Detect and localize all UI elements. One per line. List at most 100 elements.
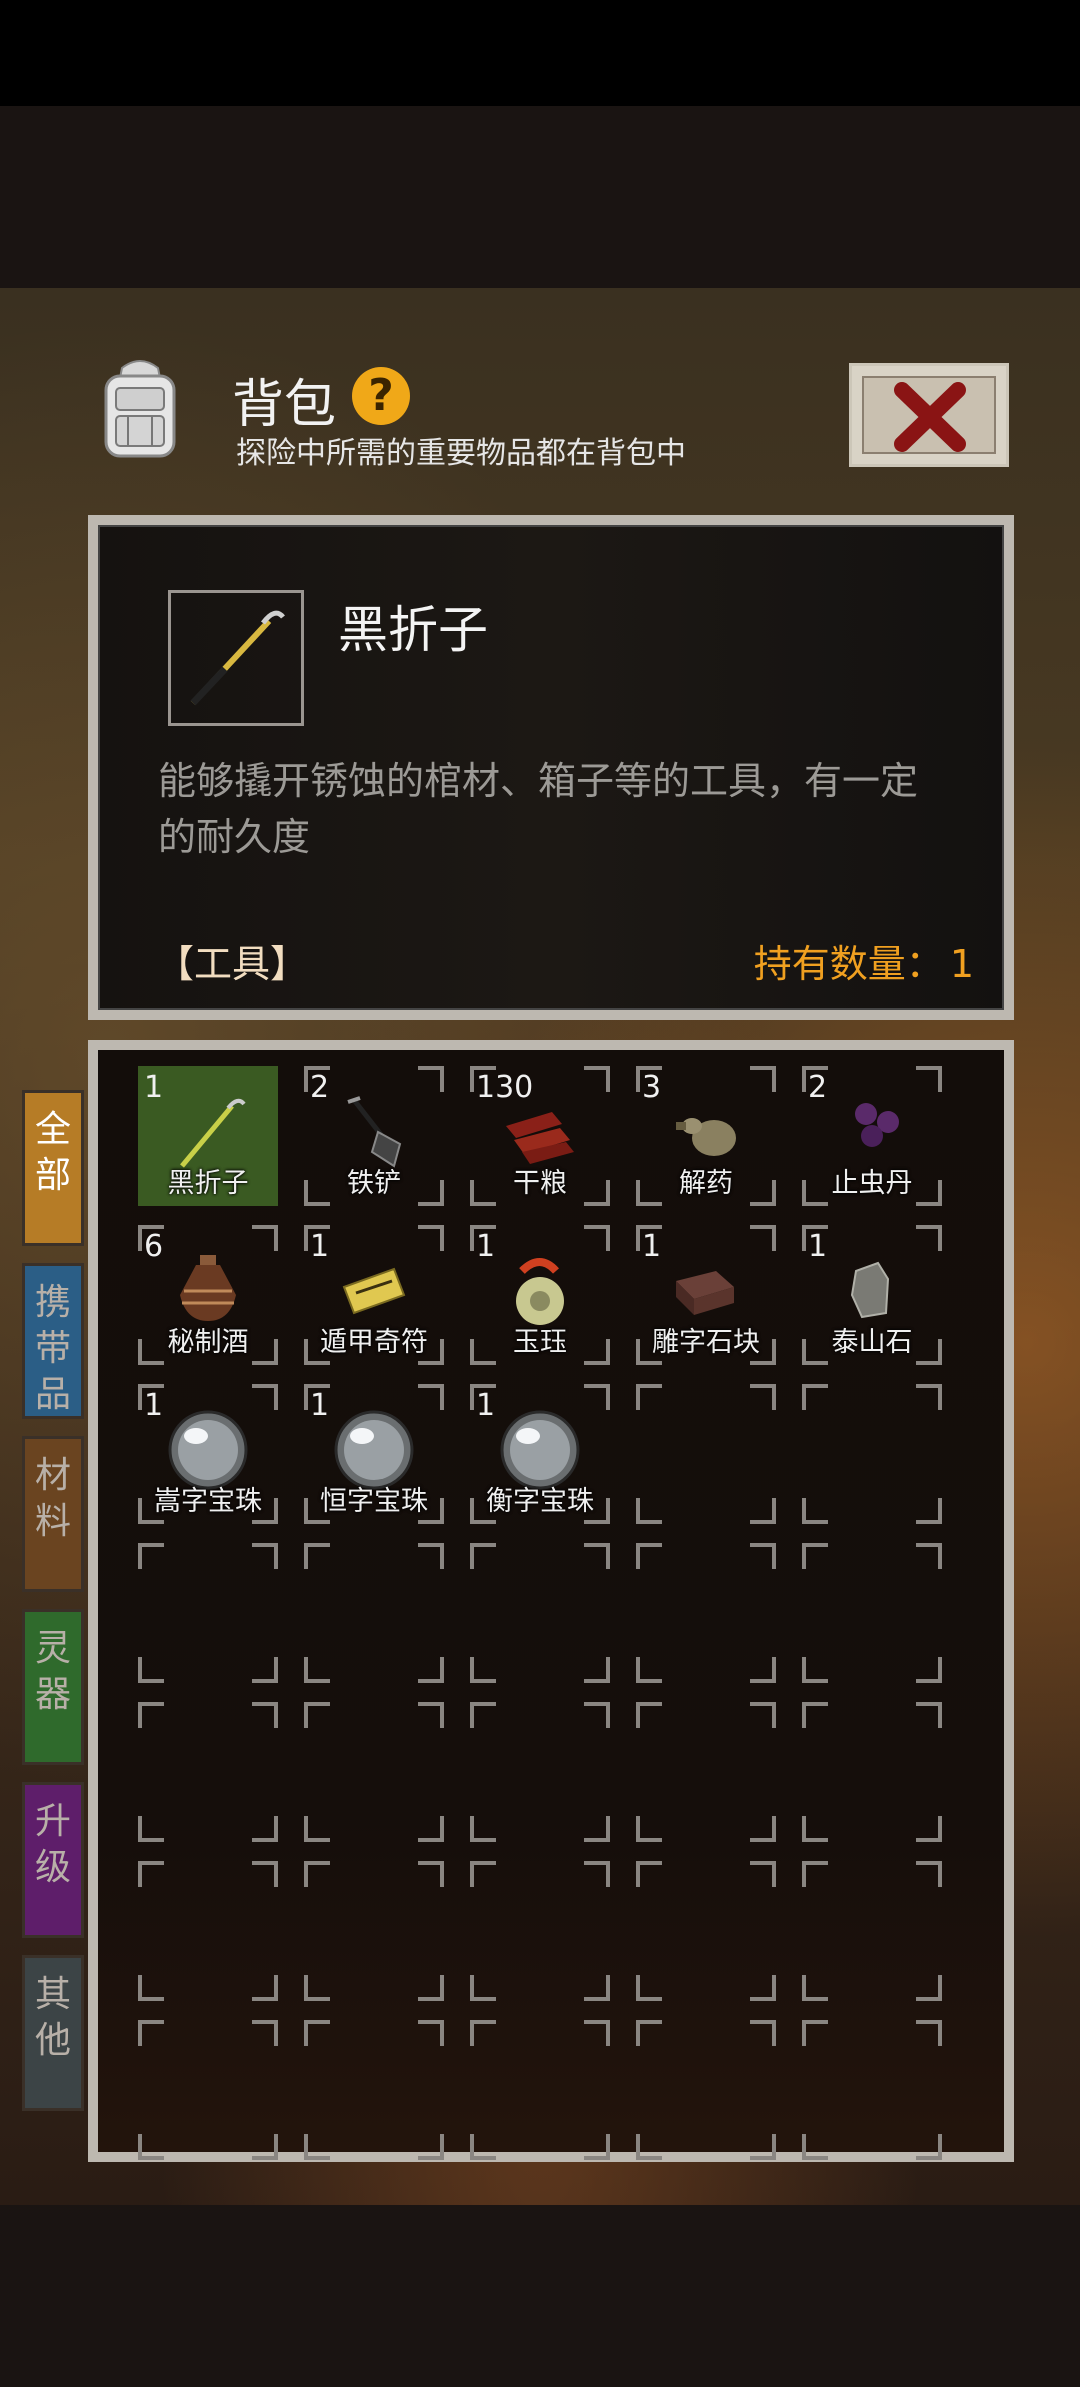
- pearl-icon: [168, 1410, 248, 1490]
- tab-label-char: 全: [34, 1109, 71, 1150]
- slot-corner: [470, 1543, 496, 1569]
- tab-label-char: 料: [34, 1501, 71, 1542]
- tab-0[interactable]: 全部: [22, 1090, 84, 1246]
- slot-corner: [470, 1657, 496, 1683]
- empty-slot[interactable]: [802, 1702, 942, 1842]
- slot-corner: [750, 2020, 776, 2046]
- empty-slot[interactable]: [636, 1543, 776, 1683]
- jade-dragon-icon: [516, 1258, 564, 1325]
- inventory-slot[interactable]: 1 嵩字宝珠: [138, 1384, 278, 1524]
- slot-corner: [252, 1657, 278, 1683]
- slot-corner: [916, 2134, 942, 2160]
- slot-corner: [138, 2134, 164, 2160]
- slot-corner: [802, 1384, 828, 1410]
- inventory-slot[interactable]: 1 玉珏: [470, 1225, 610, 1365]
- slot-corner: [584, 1816, 610, 1842]
- slot-corner: [418, 1816, 444, 1842]
- inventory-slot[interactable]: 3 解药: [636, 1066, 776, 1206]
- tab-label-char: 器: [34, 1674, 71, 1715]
- item-name: 黑折子: [338, 601, 488, 659]
- empty-slot[interactable]: [138, 2020, 278, 2160]
- slot-corner: [916, 1225, 942, 1251]
- item-quantity: 2: [310, 1070, 330, 1105]
- empty-slot[interactable]: [802, 1543, 942, 1683]
- slot-corner: [750, 1861, 776, 1887]
- inventory-slot[interactable]: 2 止虫丹: [802, 1066, 942, 1206]
- empty-slot[interactable]: [802, 1384, 942, 1524]
- slot-corner: [916, 1498, 942, 1524]
- tab-3[interactable]: 灵器: [22, 1609, 84, 1765]
- slot-corner: [802, 1816, 828, 1842]
- slot-corner: [750, 1384, 776, 1410]
- tab-5[interactable]: 其他: [22, 1955, 84, 2111]
- slot-corner: [584, 1225, 610, 1251]
- slot-corner: [584, 1702, 610, 1728]
- tab-1[interactable]: 携带品: [22, 1263, 84, 1419]
- antidote-gourd-icon: [676, 1118, 736, 1156]
- empty-slot[interactable]: [138, 1702, 278, 1842]
- slot-corner: [418, 1543, 444, 1569]
- item-count-label: 持有数量：: [753, 942, 944, 986]
- tab-4[interactable]: 升级: [22, 1782, 84, 1938]
- slot-corner: [470, 2134, 496, 2160]
- slot-corner: [636, 2134, 662, 2160]
- empty-slot[interactable]: [304, 1861, 444, 2001]
- empty-slot[interactable]: [802, 1861, 942, 2001]
- pearl-icon: [334, 1410, 414, 1490]
- item-quantity: 3: [642, 1070, 662, 1105]
- item-quantity: 2: [808, 1070, 828, 1105]
- inventory-slot[interactable]: 1 遁甲奇符: [304, 1225, 444, 1365]
- inventory-slot[interactable]: 130 干粮: [470, 1066, 610, 1206]
- item-label: 铁铲: [347, 1168, 401, 1199]
- slot-corner: [750, 1702, 776, 1728]
- empty-slot[interactable]: [636, 2020, 776, 2160]
- close-icon: [894, 382, 966, 452]
- slot-corner: [418, 2134, 444, 2160]
- slot-corner: [636, 1384, 662, 1410]
- help-icon[interactable]: ?: [352, 367, 410, 425]
- inventory-slot[interactable]: 2 铁铲: [304, 1066, 444, 1206]
- inventory-slot[interactable]: 6 秘制酒: [138, 1225, 278, 1365]
- item-label: 干粮: [513, 1168, 567, 1199]
- slot-corner: [584, 1066, 610, 1092]
- empty-slot[interactable]: [470, 1861, 610, 2001]
- item-quantity: 1: [144, 1070, 164, 1105]
- tab-2[interactable]: 材料: [22, 1436, 84, 1592]
- empty-slot[interactable]: [304, 1702, 444, 1842]
- wine-jar-icon: [180, 1255, 236, 1321]
- empty-slot[interactable]: [304, 1543, 444, 1683]
- item-description: 能够撬开锈蚀的棺材、箱子等的工具，有一定的耐久度: [158, 759, 919, 859]
- slot-corner: [470, 1861, 496, 1887]
- item-quantity: 1: [310, 1388, 330, 1423]
- empty-slot[interactable]: [138, 1861, 278, 2001]
- slot-corner: [138, 1861, 164, 1887]
- slot-corner: [470, 1975, 496, 2001]
- empty-slot[interactable]: [636, 1384, 776, 1524]
- empty-slot[interactable]: [636, 1702, 776, 1842]
- slot-corner: [584, 1861, 610, 1887]
- slot-corner: [138, 1543, 164, 1569]
- slot-corner: [636, 1543, 662, 1569]
- slot-corner: [750, 1975, 776, 2001]
- slot-corner: [252, 1861, 278, 1887]
- empty-slot[interactable]: [470, 1543, 610, 1683]
- empty-slot[interactable]: [636, 1861, 776, 2001]
- empty-slot[interactable]: [802, 2020, 942, 2160]
- inventory-slot[interactable]: 1 泰山石: [802, 1225, 942, 1365]
- slot-corner: [916, 1543, 942, 1569]
- empty-slot[interactable]: [304, 2020, 444, 2160]
- slot-corner: [418, 1657, 444, 1683]
- empty-slot[interactable]: [470, 1702, 610, 1842]
- empty-slot[interactable]: [470, 2020, 610, 2160]
- slot-corner: [304, 1702, 330, 1728]
- slot-corner: [802, 1975, 828, 2001]
- slot-corner: [304, 1543, 330, 1569]
- inventory-slot[interactable]: 1 雕字石块: [636, 1225, 776, 1365]
- close-button[interactable]: [849, 363, 1009, 467]
- slot-corner: [138, 1975, 164, 2001]
- inventory-slot[interactable]: 1 黑折子: [138, 1066, 278, 1206]
- slot-corner: [252, 2020, 278, 2046]
- inventory-slot[interactable]: 1 恒字宝珠: [304, 1384, 444, 1524]
- empty-slot[interactable]: [138, 1543, 278, 1683]
- inventory-slot[interactable]: 1 衡字宝珠: [470, 1384, 610, 1524]
